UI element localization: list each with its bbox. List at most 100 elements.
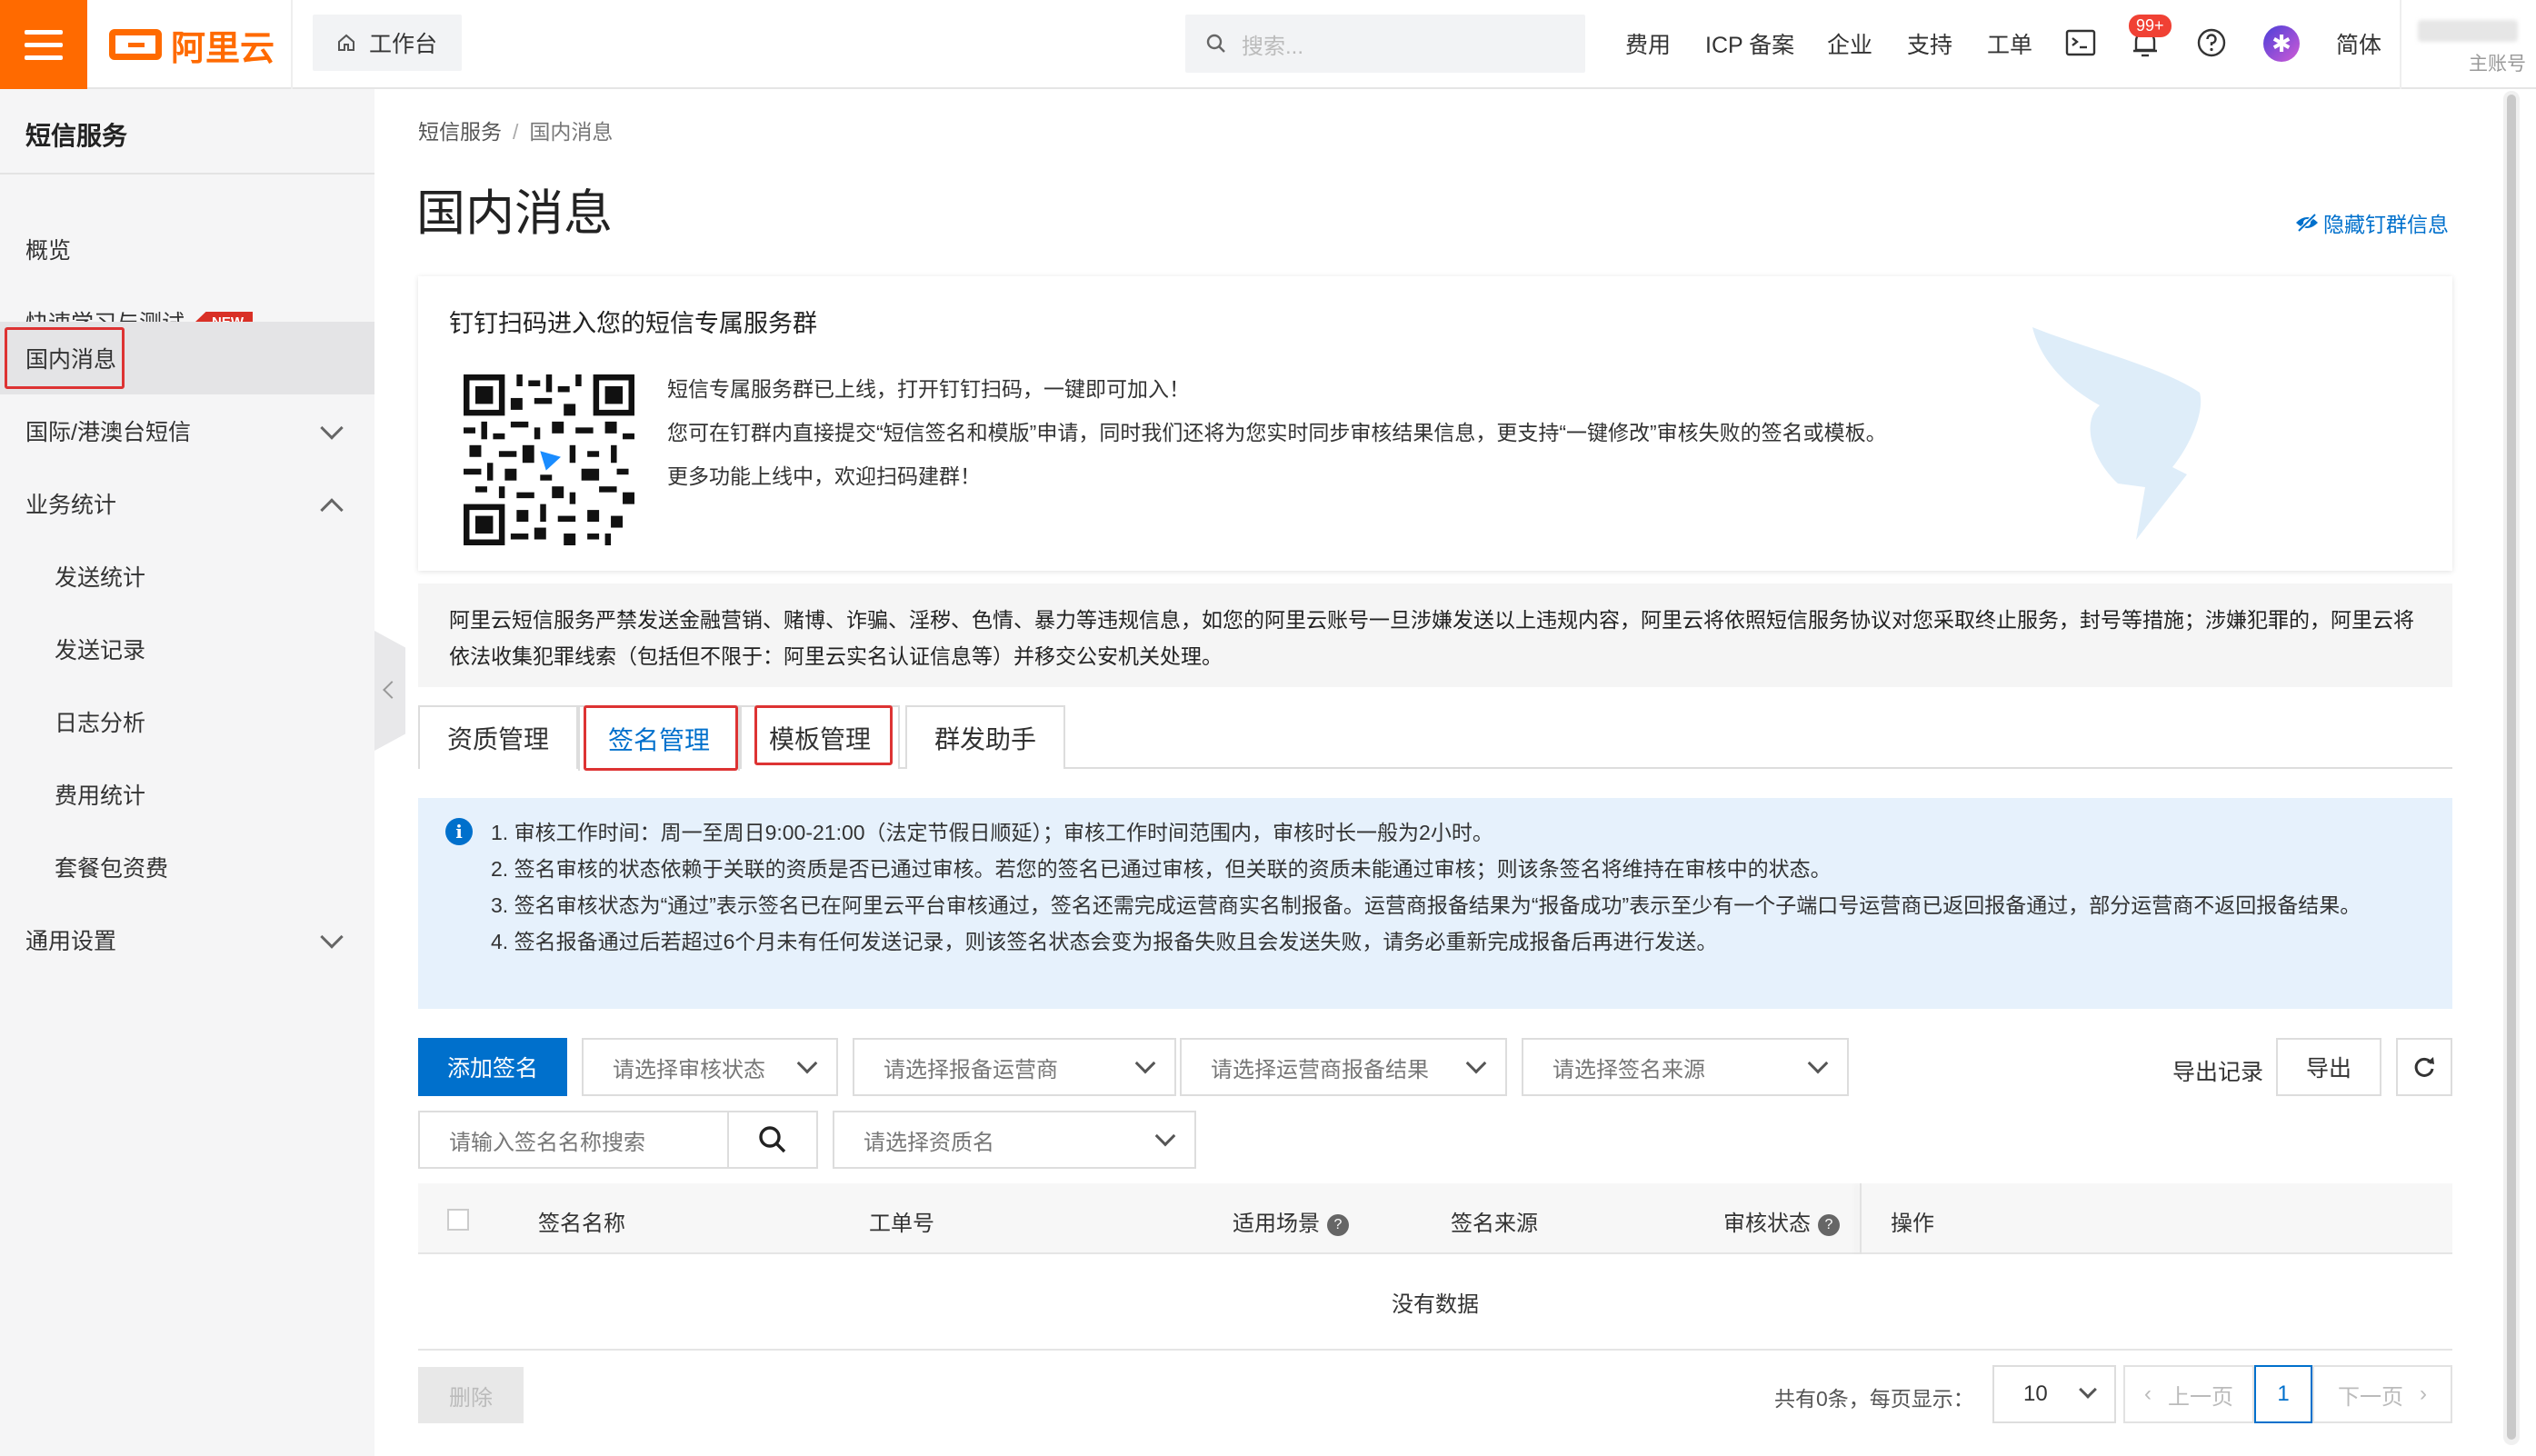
help-icon[interactable]: ? [1327, 1213, 1349, 1236]
refresh-icon [2414, 1057, 2434, 1077]
divider [2400, 0, 2401, 89]
info-line: 1. 审核工作时间：周一至周日9:00-21:00（法定节假日顺延）；审核工作时… [491, 821, 1493, 844]
global-search-input[interactable]: 搜索... [1185, 15, 1585, 73]
next-page-button[interactable]: 下一页 › [2312, 1365, 2452, 1423]
breadcrumb-separator: / [513, 120, 519, 144]
search-placeholder: 搜索... [1242, 34, 1304, 59]
info-notice: i 1. 审核工作时间：周一至周日9:00-21:00（法定节假日顺延）；审核工… [418, 798, 2452, 1009]
chevron-down-icon [796, 1052, 818, 1074]
add-signature-button[interactable]: 添加签名 [418, 1038, 567, 1096]
audit-status-select[interactable]: 请选择审核状态 [582, 1038, 838, 1096]
column-label: 审核状态 [1723, 1212, 1811, 1236]
sidebar-item-label: 日志分析 [55, 711, 146, 736]
sidebar-item-statistics[interactable]: 业务统计 [0, 467, 374, 540]
table-header: 签名名称 工单号 适用场景? 签名来源 审核状态? 操作 [418, 1183, 2452, 1254]
card-line: 您可在钉群内直接提交“短信签名和模版”申请，同时我们还将为您实时同步审核结果信息… [667, 421, 1887, 444]
hamburger-menu-icon[interactable] [0, 0, 87, 89]
workbench-button[interactable]: 工作台 [313, 15, 462, 71]
sidebar-item-send-stats[interactable]: 发送统计 [0, 540, 374, 613]
prev-label: 上一页 [2168, 1384, 2233, 1410]
select-placeholder: 请选择审核状态 [613, 1057, 765, 1082]
hide-group-info-link[interactable]: 隐藏钉群信息 [2294, 207, 2449, 238]
sidebar-item-label: 发送记录 [55, 638, 146, 663]
chevron-down-icon [1807, 1052, 1829, 1074]
hide-link-label: 隐藏钉群信息 [2323, 213, 2449, 236]
scrollbar-thumb[interactable] [2507, 95, 2516, 1440]
avatar[interactable]: ✱ [2263, 25, 2300, 62]
tab-bulk-send[interactable]: 群发助手 [905, 705, 1065, 769]
divider [291, 0, 293, 89]
column-signature-name: 签名名称 [538, 1212, 625, 1236]
help-icon[interactable] [2196, 27, 2227, 58]
qualification-select[interactable]: 请选择资质名 [833, 1111, 1196, 1169]
sidebar-item-label: 套餐包资费 [55, 856, 169, 882]
nav-support[interactable]: 支持 [1907, 27, 1952, 60]
logo-mark-icon [109, 29, 162, 60]
sidebar-item-send-records[interactable]: 发送记录 [0, 613, 374, 685]
home-icon [338, 34, 354, 51]
account-name-blurred[interactable] [2418, 20, 2518, 42]
column-ticket-number: 工单号 [869, 1212, 934, 1236]
sidebar: 短信服务 概览 快速学习与测试NEW 国内消息 国际/港澳台短信 业务统计 发送… [0, 89, 374, 1456]
page-size-value: 10 [2023, 1381, 2048, 1406]
next-label: 下一页 [2338, 1384, 2403, 1410]
carrier-select[interactable]: 请选择报备运营商 [853, 1038, 1176, 1096]
delete-button[interactable]: 删除 [418, 1367, 524, 1423]
column-scenario: 适用场景? [1233, 1205, 1349, 1237]
signature-search-input[interactable]: 请输入签名名称搜索 [418, 1111, 729, 1169]
sidebar-item-label: 业务统计 [25, 493, 117, 518]
card-title: 钉钉扫码进入您的短信专属服务群 [449, 310, 817, 337]
sidebar-item-international[interactable]: 国际/港澳台短信 [0, 394, 374, 467]
nav-enterprise[interactable]: 企业 [1827, 27, 1872, 60]
breadcrumb: 短信服务 / 国内消息 [418, 115, 613, 145]
sidebar-item-log-analysis[interactable]: 日志分析 [0, 685, 374, 758]
sidebar-item-overview[interactable]: 概览 [0, 213, 374, 285]
nav-billing[interactable]: 费用 [1625, 27, 1671, 60]
page-size-select[interactable]: 10 [1992, 1365, 2116, 1423]
search-icon [759, 1126, 786, 1153]
search-button[interactable] [727, 1111, 818, 1169]
divider [1860, 1183, 1862, 1254]
chevron-down-icon [2079, 1381, 2097, 1399]
signature-source-select[interactable]: 请选择签名来源 [1522, 1038, 1849, 1096]
chevron-up-icon [320, 498, 344, 522]
column-signature-source: 签名来源 [1451, 1212, 1538, 1236]
logo-text: 阿里云 [171, 29, 275, 68]
highlight-box [584, 705, 738, 771]
help-icon[interactable]: ? [1818, 1213, 1840, 1236]
prev-page-button[interactable]: ‹ 上一页 [2123, 1365, 2254, 1423]
empty-state: 没有数据 [418, 1254, 2452, 1351]
sidebar-title: 短信服务 [25, 122, 128, 150]
select-all-checkbox[interactable] [447, 1209, 469, 1231]
sidebar-collapse-handle[interactable] [374, 631, 405, 751]
dingtalk-watermark-icon [2032, 327, 2202, 540]
language-switch[interactable]: 简体 [2336, 27, 2381, 60]
workbench-label: 工作台 [369, 32, 438, 57]
notification-badge: 99+ [2129, 15, 2172, 37]
nav-ticket[interactable]: 工单 [1987, 27, 2032, 60]
chevron-down-icon [1465, 1052, 1487, 1074]
sidebar-item-label: 发送统计 [55, 565, 146, 591]
info-line: 2. 签名审核的状态依赖于关联的资质是否已通过审核。若您的签名已通过审核，但关联… [491, 857, 1832, 881]
info-line: 4. 签名报备通过后若超过6个月未有任何发送记录，则该签名状态会变为报备失败且会… [491, 930, 1718, 953]
nav-icp[interactable]: ICP 备案 [1705, 27, 1794, 60]
sidebar-item-cost-stats[interactable]: 费用统计 [0, 758, 374, 831]
breadcrumb-item-current: 国内消息 [529, 120, 614, 144]
tab-qualification[interactable]: 资质管理 [418, 705, 578, 769]
compliance-warning: 阿里云短信服务严禁发送金融营销、赌博、诈骗、淫秽、色情、暴力等违规信息，如您的阿… [418, 583, 2452, 687]
sidebar-item-general-settings[interactable]: 通用设置 [0, 903, 374, 976]
chevron-down-icon [320, 416, 344, 440]
sidebar-item-label: 概览 [25, 238, 72, 264]
carrier-result-select[interactable]: 请选择运营商报备结果 [1180, 1038, 1507, 1096]
select-placeholder: 请选择签名来源 [1553, 1057, 1705, 1082]
terminal-icon[interactable] [2065, 29, 2096, 56]
aliyun-logo[interactable]: 阿里云 [109, 24, 275, 68]
sidebar-item-package-pricing[interactable]: 套餐包资费 [0, 831, 374, 903]
export-button[interactable]: 导出 [2276, 1038, 2381, 1096]
column-label: 适用场景 [1233, 1212, 1320, 1236]
breadcrumb-item-sms[interactable]: 短信服务 [418, 120, 502, 144]
refresh-button[interactable] [2396, 1038, 2452, 1096]
highlight-box [754, 705, 893, 765]
export-records-link[interactable]: 导出记录 [2172, 1054, 2263, 1087]
page-1-button[interactable]: 1 [2254, 1365, 2312, 1423]
